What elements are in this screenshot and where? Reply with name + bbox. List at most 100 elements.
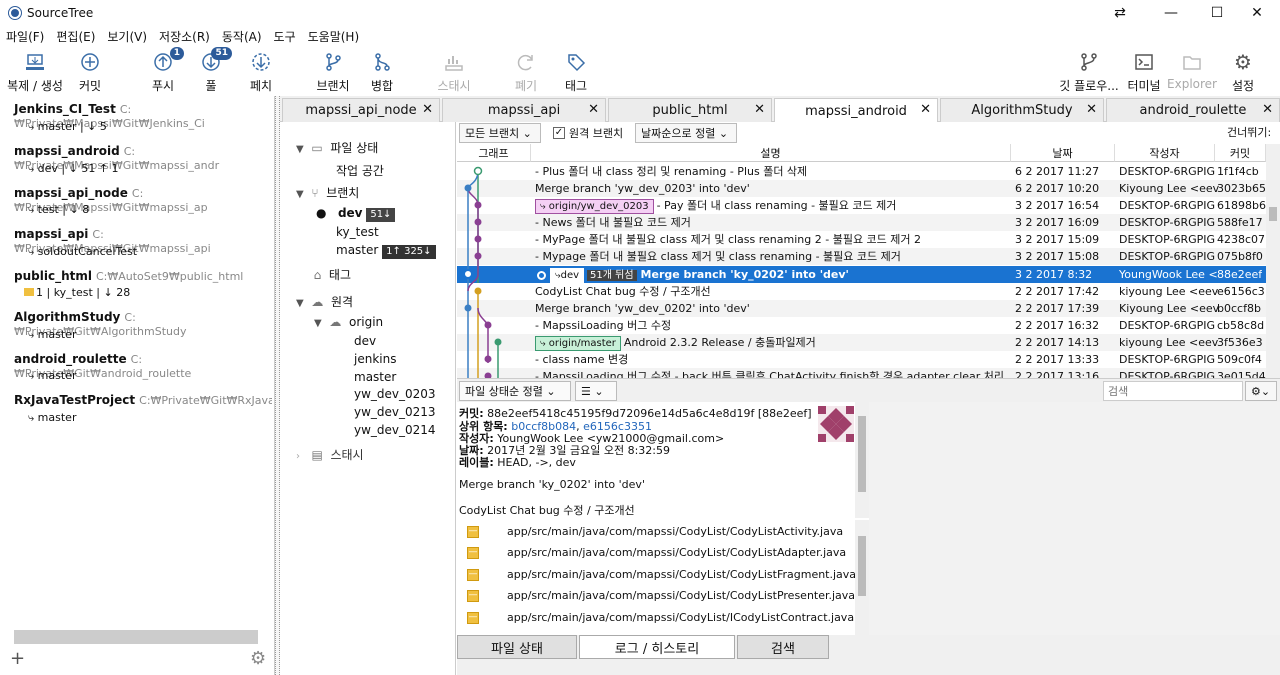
files-scrollbar[interactable] bbox=[855, 520, 869, 635]
table-row[interactable]: - Mypage 폴더 내 불필요 class 제거 및 class renam… bbox=[457, 248, 1266, 265]
table-row[interactable]: - MapssiLoading 버그 수정 2 2 2017 16:32 DES… bbox=[457, 317, 1266, 334]
column-header-date[interactable]: 날짜 bbox=[1011, 144, 1115, 162]
commit-button[interactable]: 커밋 bbox=[74, 46, 106, 96]
sidebar-item-workspace[interactable]: 작업 공간 bbox=[336, 162, 384, 179]
table-row[interactable]: - class name 변경 2 2 2017 13:33 DESKTOP-6… bbox=[457, 351, 1266, 368]
fetch-button[interactable]: 페치 bbox=[246, 46, 276, 96]
file-status-group[interactable]: ▼ ▭ 파일 상태 bbox=[296, 139, 378, 156]
settings-button[interactable]: ⚙ 설정 bbox=[1228, 46, 1258, 96]
gear-icon[interactable]: ⚙ bbox=[250, 648, 266, 669]
tags-group[interactable]: ⌂ 태그 bbox=[296, 266, 351, 283]
remote-branch-item[interactable]: jenkins bbox=[354, 352, 396, 366]
tab-log-history[interactable]: 로그 / 히스토리 bbox=[579, 635, 735, 659]
minimize-button[interactable]: — bbox=[1148, 0, 1194, 26]
add-repo-button[interactable]: + bbox=[10, 648, 25, 669]
list-item[interactable]: — app/src/main/java/com/mapssi/CodyList/C… bbox=[467, 542, 846, 563]
tab-search[interactable]: 검색 bbox=[737, 635, 829, 659]
table-row[interactable]: - MapssiLoading 버그 수정 - back 버튼 클릭후 Chat… bbox=[457, 368, 1266, 378]
tag-button[interactable]: 태그 bbox=[562, 46, 590, 96]
search-input[interactable] bbox=[1103, 381, 1243, 401]
close-icon[interactable]: ✕ bbox=[754, 102, 765, 117]
tab-android-roulette[interactable]: android_roulette ✕ bbox=[1106, 98, 1280, 122]
menu-help[interactable]: 도움말(H) bbox=[308, 28, 360, 45]
table-row[interactable]: - MyPage 폴더 내 불필요 class 제거 및 class renam… bbox=[457, 231, 1266, 248]
branch-button[interactable]: 브랜치 bbox=[314, 46, 352, 96]
list-item[interactable]: — app/src/main/java/com/mapssi/CodyList/C… bbox=[467, 585, 855, 606]
tab-algorithm-study[interactable]: AlgorithmStudy ✕ bbox=[940, 98, 1104, 122]
remote-branch-item[interactable]: yw_dev_0214 bbox=[354, 423, 436, 437]
stash-icon: ▤ bbox=[311, 448, 323, 462]
discard-button[interactable]: 폐기 bbox=[512, 46, 540, 96]
column-header-description[interactable]: 설명 bbox=[531, 144, 1011, 162]
tab-mapssi-api-node[interactable]: mapssi_api_node ✕ bbox=[282, 98, 440, 122]
remote-branch-item[interactable]: yw_dev_0203 bbox=[354, 387, 436, 401]
git-flow-button[interactable]: 깃 플로우... bbox=[1059, 46, 1119, 96]
repo-item[interactable]: public_html C:₩AutoSet9₩public_html bbox=[14, 269, 243, 283]
merge-button[interactable]: 병합 bbox=[368, 46, 396, 96]
history-scrollbar[interactable] bbox=[1266, 144, 1280, 378]
restore-tab-icon[interactable]: ⇄ bbox=[1097, 0, 1143, 26]
list-item[interactable]: — app/src/main/java/com/mapssi/CodyList/I… bbox=[467, 607, 854, 628]
table-row[interactable]: - News 폴더 내 불필요 코드 제거 3 2 2017 16:09 DES… bbox=[457, 214, 1266, 231]
tab-mapssi-android[interactable]: mapssi_android ✕ bbox=[774, 98, 938, 123]
diff-pane bbox=[869, 402, 1280, 635]
table-row[interactable]: Merge branch 'yw_dev_0203' into 'dev' 6 … bbox=[457, 180, 1266, 197]
sidebar-item-dev[interactable]: ● dev 51↓ bbox=[316, 206, 396, 222]
tab-file-status[interactable]: 파일 상태 bbox=[457, 635, 577, 659]
menu-file[interactable]: 파일(F) bbox=[6, 28, 44, 45]
explorer-button[interactable]: Explorer bbox=[1167, 46, 1217, 96]
menu-repository[interactable]: 저장소(R) bbox=[159, 28, 210, 45]
table-row[interactable]: Merge branch 'yw_dev_0202' into 'dev' 2 … bbox=[457, 300, 1266, 317]
remotes-group[interactable]: ▼ ☁ 원격 bbox=[296, 293, 353, 310]
table-row[interactable]: CodyList Chat bug 수정 / 구조개선 2 2 2017 17:… bbox=[457, 283, 1266, 300]
list-item[interactable]: — app/src/main/java/com/mapssi/CodyList/C… bbox=[467, 521, 843, 542]
sidebar-item-ky-test[interactable]: ky_test bbox=[336, 225, 379, 239]
menu-edit[interactable]: 편집(E) bbox=[56, 28, 95, 45]
repo-branch-status: ⤷ master | ↓ 5 bbox=[28, 120, 107, 133]
table-row-selected[interactable]: ⤷dev 51개 뒤섬 Merge branch 'ky_0202' into 'd… bbox=[457, 266, 1266, 283]
remote-origin[interactable]: ▼ ☁ origin bbox=[314, 315, 383, 329]
stash-button[interactable]: 스태시 bbox=[436, 46, 472, 96]
tab-mapssi-api[interactable]: mapssi_api ✕ bbox=[442, 98, 606, 122]
pull-arrow-icon: 51 bbox=[200, 47, 232, 73]
left-horizontal-scrollbar[interactable] bbox=[14, 630, 258, 644]
ahead-behind-badge: 1↑ 325↓ bbox=[382, 245, 436, 259]
menu-actions[interactable]: 동작(A) bbox=[222, 28, 262, 45]
menu-tools[interactable]: 도구 bbox=[274, 28, 296, 45]
repo-item[interactable]: RxJavaTestProjectC:₩Private₩Git₩RxJavaTe… bbox=[14, 393, 272, 407]
remote-branch-item[interactable]: yw_dev_0213 bbox=[354, 405, 436, 419]
column-header-graph[interactable]: 그래프 bbox=[457, 144, 531, 162]
search-options-button[interactable]: ⚙ ⌄ bbox=[1245, 381, 1277, 401]
push-button[interactable]: 1 푸시 bbox=[148, 46, 184, 96]
close-icon[interactable]: ✕ bbox=[1086, 102, 1097, 117]
stash-group[interactable]: › ▤ 스태시 bbox=[296, 446, 364, 463]
remote-branch-item[interactable]: dev bbox=[354, 334, 376, 348]
terminal-button[interactable]: 터미널 bbox=[1126, 46, 1162, 96]
column-header-commit[interactable]: 커밋 bbox=[1215, 144, 1266, 162]
pull-button[interactable]: 51 풀 bbox=[196, 46, 232, 96]
clone-button[interactable]: 복제 / 생성 bbox=[4, 46, 66, 96]
sidebar-item-master[interactable]: master 1↑ 325↓ bbox=[336, 243, 436, 259]
skip-label: 건너뛰기: bbox=[1227, 126, 1272, 139]
branches-group[interactable]: ▼ ⑂ 브랜치 bbox=[296, 184, 359, 201]
table-row[interactable]: ⤷ origin/yw_dev_0203- Pay 폴더 내 class ren… bbox=[457, 197, 1266, 214]
close-icon[interactable]: ✕ bbox=[588, 102, 599, 117]
remote-branch-label: ⤷ origin/master bbox=[535, 336, 621, 351]
remote-branches-checkbox[interactable]: ✓ 원격 브랜치 bbox=[553, 125, 623, 141]
close-icon[interactable]: ✕ bbox=[920, 102, 931, 117]
table-row[interactable]: ⤷ origin/master Android 2.3.2 Release / 충… bbox=[457, 334, 1266, 351]
column-header-author[interactable]: 작성자 bbox=[1115, 144, 1215, 162]
remote-branch-item[interactable]: master bbox=[354, 370, 396, 384]
branch-filter-dropdown[interactable]: 모든 브랜치 ⌄ bbox=[459, 123, 541, 143]
table-row[interactable]: - Plus 폴더 내 class 정리 및 renaming - Plus 폴… bbox=[457, 163, 1266, 180]
list-item[interactable]: — app/src/main/java/com/mapssi/CodyList/C… bbox=[467, 564, 856, 585]
close-icon[interactable]: ✕ bbox=[422, 102, 433, 117]
close-icon[interactable]: ✕ bbox=[1262, 102, 1273, 117]
menu-view[interactable]: 보기(V) bbox=[107, 28, 147, 45]
list-view-dropdown[interactable]: ☰ ⌄ bbox=[575, 381, 617, 401]
detail-scrollbar[interactable] bbox=[855, 402, 869, 518]
sort-dropdown[interactable]: 날짜순으로 정렬 ⌄ bbox=[635, 123, 737, 143]
file-sort-dropdown[interactable]: 파일 상태순 정렬 ⌄ bbox=[459, 381, 571, 401]
tab-public-html[interactable]: public_html ✕ bbox=[608, 98, 772, 122]
close-button[interactable]: ✕ bbox=[1234, 0, 1280, 26]
